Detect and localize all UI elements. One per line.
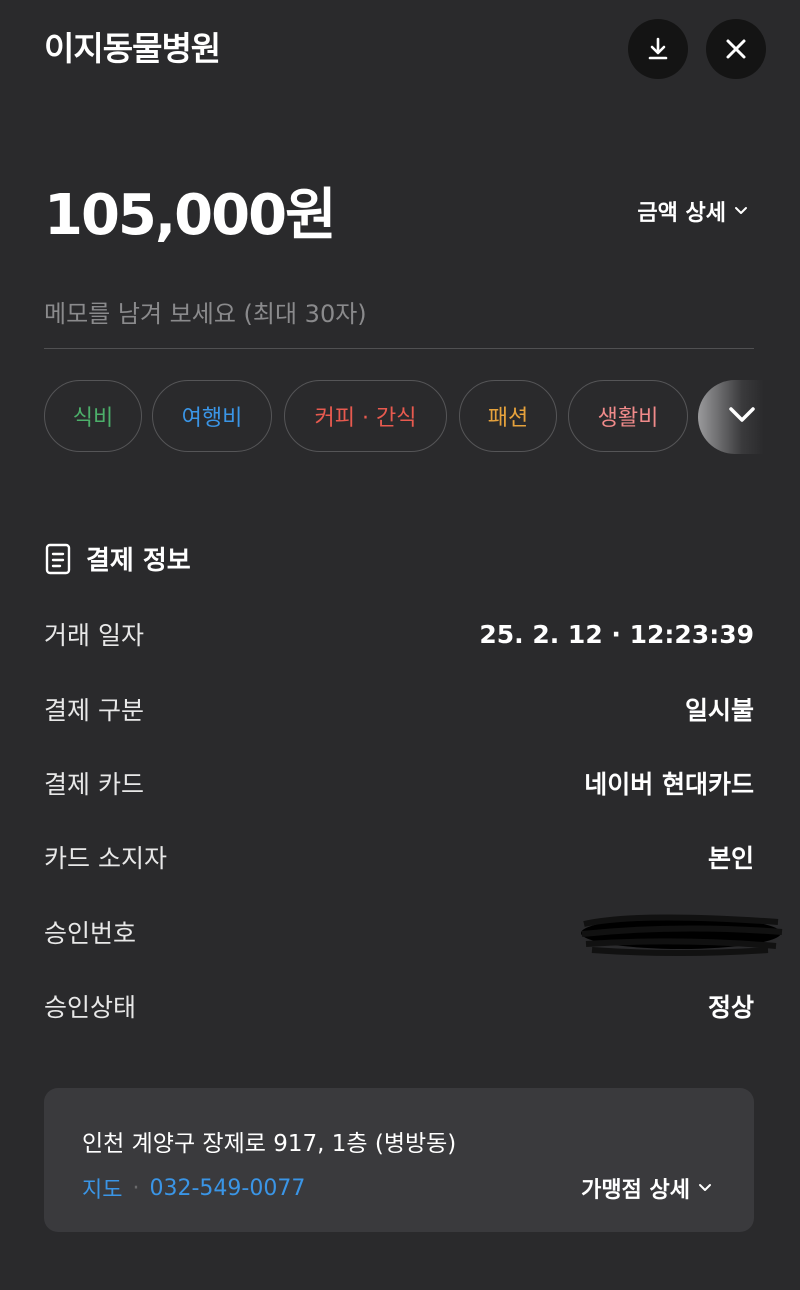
info-value: 일시불 xyxy=(684,696,754,725)
phone-link[interactable]: 032-549-0077 xyxy=(149,1176,305,1201)
info-label: 승인상태 xyxy=(44,993,137,1022)
memo-input[interactable]: 메모를 남겨 보세요 (최대 30자) xyxy=(44,294,367,329)
info-row-payment-type: 결제 구분 일시불 xyxy=(44,689,754,729)
info-row-card-holder: 카드 소지자 본인 xyxy=(44,837,754,877)
close-button[interactable] xyxy=(706,19,766,79)
chevron-down-icon xyxy=(735,207,747,214)
info-value: 본인 xyxy=(707,844,754,873)
category-chips: 식비 여행비 커피 · 간식 패션 생활비 xyxy=(44,380,800,454)
amount-value: 105,000원 xyxy=(44,183,337,248)
info-row-approval-status: 승인상태 정상 xyxy=(44,986,754,1026)
store-detail-label: 가맹점 상세 xyxy=(581,1178,690,1203)
chip-coffee-snack[interactable]: 커피 · 간식 xyxy=(284,380,447,452)
download-button[interactable] xyxy=(628,19,688,79)
info-value: 정상 xyxy=(707,993,754,1022)
chip-living[interactable]: 생활비 xyxy=(568,380,688,452)
info-label: 승인번호 xyxy=(44,919,137,948)
info-value: 25. 2. 12 · 12:23:39 xyxy=(479,619,754,649)
amount-detail-label: 금액 상세 xyxy=(637,201,726,226)
chip-travel[interactable]: 여행비 xyxy=(152,380,272,452)
payment-info-title: 결제 정보 xyxy=(86,546,191,576)
expand-categories-icon[interactable] xyxy=(726,402,758,428)
info-label: 결제 구분 xyxy=(44,696,144,725)
download-icon xyxy=(648,37,668,60)
store-contact: 지도 · 032-549-0077 xyxy=(82,1172,305,1204)
info-label: 카드 소지자 xyxy=(44,844,167,873)
info-label: 결제 카드 xyxy=(44,770,144,799)
receipt-icon xyxy=(45,543,71,574)
info-row-transaction-date: 거래 일자 25. 2. 12 · 12:23:39 xyxy=(44,614,754,654)
chip-fashion[interactable]: 패션 xyxy=(459,380,557,452)
amount-detail-button[interactable]: 금액 상세 xyxy=(637,195,748,227)
payment-info-header: 결제 정보 xyxy=(44,540,191,577)
chevron-down-icon xyxy=(699,1184,711,1191)
memo-divider xyxy=(44,348,754,349)
separator-dot: · xyxy=(132,1175,140,1201)
close-icon xyxy=(726,39,746,59)
store-address: 인천 계양구 장제로 917, 1층 (병방동) xyxy=(82,1131,457,1157)
chip-food[interactable]: 식비 xyxy=(44,380,142,452)
page-title: 이지동물병원 xyxy=(44,29,221,68)
map-link[interactable]: 지도 xyxy=(82,1172,122,1204)
info-row-payment-card: 결제 카드 네이버 현대카드 xyxy=(44,763,754,803)
info-value: 네이버 현대카드 xyxy=(584,770,754,799)
store-detail-button[interactable]: 가맹점 상세 xyxy=(581,1172,712,1204)
store-card: 인천 계양구 장제로 917, 1층 (병방동) 지도 · 032-549-00… xyxy=(44,1088,754,1232)
info-label: 거래 일자 xyxy=(44,621,144,650)
redaction-scribble xyxy=(581,914,783,956)
